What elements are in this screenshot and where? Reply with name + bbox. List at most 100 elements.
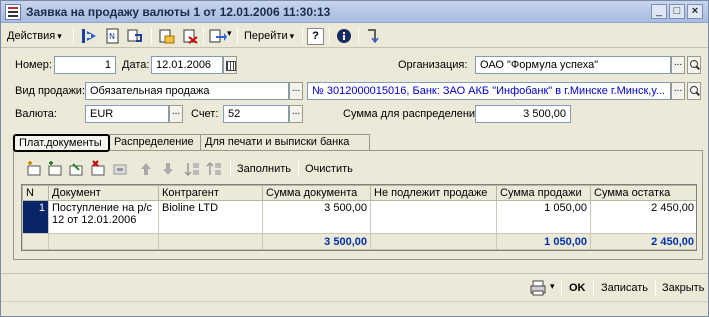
window-title: Заявка на продажу валюты 1 от 12.01.2006… <box>26 5 331 19</box>
totals-empty-cell <box>158 233 263 250</box>
row-not-for-sale[interactable] <box>370 200 497 234</box>
bottom-bar: ▾ OK Записать Закрыть <box>1 273 708 301</box>
sort-ascending-icon[interactable] <box>183 160 201 178</box>
tab-print-and-bank-statements[interactable]: Для печати и выписки банка <box>200 134 370 151</box>
toolbar-separator <box>73 28 74 44</box>
column-header-n[interactable]: N <box>22 185 49 201</box>
row-sale-sum[interactable]: 1 050,00 <box>496 200 591 234</box>
date-field[interactable]: 12.01.2006 <box>151 56 223 74</box>
goto-menu[interactable]: Перейти <box>244 27 294 45</box>
distribution-sum-label: Сумма для распределения: <box>343 108 485 120</box>
bank-account-open-icon[interactable] <box>687 82 701 100</box>
row-document[interactable]: Поступление на р/с 12 от 12.01.2006 <box>48 200 159 234</box>
calendar-icon[interactable] <box>223 56 237 74</box>
chevron-down-icon[interactable]: ▾ <box>550 281 555 292</box>
delete-row-icon[interactable] <box>89 160 107 178</box>
distribution-sum-field[interactable]: 3 500,00 <box>475 105 571 123</box>
totals-empty-cell <box>22 233 49 250</box>
tab-payment-documents[interactable]: Плат.документы <box>13 134 110 152</box>
svg-text:N: N <box>109 32 115 41</box>
bank-account-select-button[interactable]: ... <box>671 82 685 100</box>
number-label: Номер: <box>15 59 52 71</box>
document-icon <box>5 4 21 20</box>
panel-toolbar-separator <box>230 161 231 177</box>
column-header-not-for-sale[interactable]: Не подлежит продаже <box>370 185 497 201</box>
print-icon[interactable] <box>529 279 551 297</box>
actions-menu[interactable]: Действия <box>7 27 62 45</box>
bottom-separator <box>655 280 656 296</box>
refresh-icon[interactable] <box>125 27 145 45</box>
row-number[interactable]: 1 <box>22 200 49 234</box>
column-header-sale-sum[interactable]: Сумма продажи <box>496 185 591 201</box>
post-document-icon[interactable] <box>157 27 177 45</box>
goto-label: Перейти <box>244 30 288 42</box>
help-button[interactable]: ? <box>307 28 324 45</box>
date-label: Дата: <box>122 59 150 71</box>
toolbar-separator <box>329 28 330 44</box>
organization-field[interactable]: ОАО "Формула успеха" <box>475 56 671 74</box>
back-arrow-icon[interactable] <box>79 27 99 45</box>
totals-row: 3 500,00 1 050,00 2 450,00 <box>22 233 696 250</box>
currency-select-button[interactable]: ... <box>169 105 183 123</box>
organization-open-icon[interactable] <box>687 56 701 74</box>
row-rest-sum[interactable]: 2 450,00 <box>590 200 696 234</box>
clear-button[interactable]: Очистить <box>305 161 353 177</box>
total-document-sum: 3 500,00 <box>262 233 371 250</box>
save-button[interactable]: Записать <box>601 280 648 296</box>
account-label: Счет: <box>191 108 219 120</box>
sort-descending-icon[interactable] <box>205 160 223 178</box>
chevron-down-icon[interactable]: ▾ <box>227 28 232 39</box>
edit-row-icon[interactable] <box>67 160 85 178</box>
document-view-icon[interactable]: N <box>103 27 123 45</box>
copy-row-icon[interactable] <box>46 160 64 178</box>
currency-label: Валюта: <box>15 108 57 120</box>
column-header-contractor[interactable]: Контрагент <box>158 185 263 201</box>
sale-type-field[interactable]: Обязательная продажа <box>85 82 289 100</box>
table-row[interactable]: 1 Поступление на р/с 12 от 12.01.2006 Bi… <box>22 200 696 234</box>
fill-button[interactable]: Заполнить <box>237 161 291 177</box>
structure-icon[interactable] <box>363 27 383 45</box>
status-bar <box>1 301 708 316</box>
toolbar-separator <box>203 28 204 44</box>
totals-empty-cell <box>370 233 497 250</box>
sale-type-select-button[interactable]: ... <box>289 82 303 100</box>
account-select-button[interactable]: ... <box>289 105 303 123</box>
number-field[interactable]: 1 <box>54 56 116 74</box>
toolbar-separator <box>151 28 152 44</box>
help-label: ? <box>312 30 319 42</box>
column-header-document[interactable]: Документ <box>48 185 159 201</box>
account-field[interactable]: 52 <box>223 105 289 123</box>
unpost-document-icon[interactable] <box>181 27 201 45</box>
title-bar: Заявка на продажу валюты 1 от 12.01.2006… <box>1 1 708 23</box>
move-down-icon[interactable] <box>159 160 177 178</box>
toolbar: Действия N ▾ Перейти ? <box>1 24 708 48</box>
create-based-on-icon[interactable] <box>207 27 227 45</box>
maximize-button[interactable]: □ <box>669 4 685 19</box>
close-window-button[interactable]: × <box>687 4 703 19</box>
ok-button[interactable]: OK <box>569 280 586 296</box>
document-window: Заявка на продажу валюты 1 от 12.01.2006… <box>0 0 709 317</box>
organization-label: Организация: <box>398 59 468 71</box>
add-row-icon[interactable] <box>25 160 43 178</box>
totals-empty-cell <box>48 233 159 250</box>
bank-account-link[interactable]: № 3012000015016, Банк: ЗАО АКБ "Инфобанк… <box>307 82 671 100</box>
column-header-rest-sum[interactable]: Сумма остатка <box>590 185 696 201</box>
info-icon[interactable] <box>334 27 354 45</box>
close-button[interactable]: Закрыть <box>662 280 704 296</box>
bottom-separator <box>593 280 594 296</box>
tab-distribution[interactable]: Распределение <box>109 134 201 151</box>
payment-documents-table: N Документ Контрагент Сумма документа Не… <box>21 184 697 251</box>
row-document-sum[interactable]: 3 500,00 <box>262 200 371 234</box>
bottom-separator <box>561 280 562 296</box>
minimize-button[interactable]: _ <box>651 4 667 19</box>
move-up-icon[interactable] <box>137 160 155 178</box>
column-header-document-sum[interactable]: Сумма документа <box>262 185 371 201</box>
toolbar-separator <box>302 28 303 44</box>
row-contractor[interactable]: Bioline LTD <box>158 200 263 234</box>
organization-select-button[interactable]: ... <box>671 56 685 74</box>
end-edit-icon[interactable] <box>111 160 129 178</box>
table-header-row: N Документ Контрагент Сумма документа Не… <box>22 185 696 201</box>
actions-label: Действия <box>7 30 56 42</box>
toolbar-separator <box>237 28 238 44</box>
currency-field[interactable]: EUR <box>85 105 169 123</box>
